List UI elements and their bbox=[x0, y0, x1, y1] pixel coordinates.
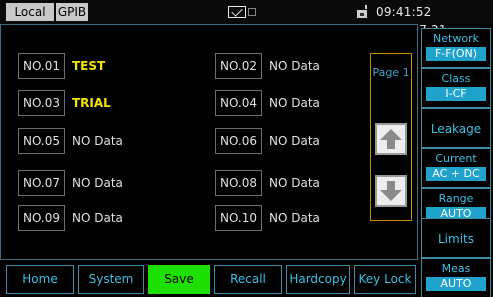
slot-number: NO.06 bbox=[215, 128, 262, 154]
slot-01[interactable]: NO.01 TEST bbox=[18, 53, 105, 79]
slot-04[interactable]: NO.04 NO Data bbox=[215, 90, 320, 116]
softkey-value: AC + DC bbox=[426, 167, 486, 181]
leakage-softkey[interactable]: Leakage bbox=[421, 108, 491, 148]
slot-name: NO Data bbox=[72, 176, 123, 190]
softkey-title: Range bbox=[438, 192, 474, 205]
softkey-title: Network bbox=[433, 32, 479, 45]
slot-05[interactable]: NO.05 NO Data bbox=[18, 128, 123, 154]
slot-06[interactable]: NO.06 NO Data bbox=[215, 128, 320, 154]
softkey-title: Meas bbox=[441, 262, 471, 275]
arrow-up-icon bbox=[380, 129, 402, 149]
page-down-button[interactable] bbox=[375, 175, 407, 207]
status-bar: Local GPIB 09:41:52 2022.07.21 bbox=[0, 0, 493, 37]
home-button[interactable]: Home bbox=[6, 265, 74, 294]
softkey-title: Current bbox=[435, 152, 477, 165]
slot-name: NO Data bbox=[269, 59, 320, 73]
message-check-icon bbox=[228, 6, 246, 18]
page-up-button[interactable] bbox=[375, 123, 407, 155]
softkey-value: I-CF bbox=[426, 87, 486, 101]
bottom-menu-bar: Home System Save Recall Hardcopy Key Loc… bbox=[0, 262, 419, 297]
slot-name: TEST bbox=[72, 59, 106, 73]
slot-name: NO Data bbox=[269, 176, 320, 190]
page-selector: Page 1 bbox=[370, 53, 412, 221]
slot-number: NO.01 bbox=[18, 53, 65, 79]
slot-number: NO.07 bbox=[18, 170, 65, 196]
softkey-value: F-F(ON) bbox=[426, 47, 486, 61]
save-button[interactable]: Save bbox=[148, 265, 210, 294]
slot-name: NO Data bbox=[72, 134, 123, 148]
side-menu: Network F-F(ON) Class I-CF Leakage Curre… bbox=[419, 24, 493, 297]
gpib-interface-badge: GPIB bbox=[56, 3, 88, 21]
slot-number: NO.04 bbox=[215, 90, 262, 116]
slot-number: NO.08 bbox=[215, 170, 262, 196]
slot-name: NO Data bbox=[72, 211, 123, 225]
local-mode-badge: Local bbox=[6, 3, 54, 21]
limits-softkey[interactable]: Limits bbox=[421, 218, 491, 258]
arrow-down-icon bbox=[380, 181, 402, 201]
key-lock-button[interactable]: Key Lock bbox=[354, 265, 416, 294]
slot-number: NO.02 bbox=[215, 53, 262, 79]
slot-10[interactable]: NO.10 NO Data bbox=[215, 205, 320, 231]
slot-number: NO.05 bbox=[18, 128, 65, 154]
softkey-value: AUTO bbox=[426, 277, 486, 291]
slot-number: NO.10 bbox=[215, 205, 262, 231]
slot-07[interactable]: NO.07 NO Data bbox=[18, 170, 123, 196]
page-label: Page 1 bbox=[372, 66, 410, 79]
slot-name: TRIAL bbox=[72, 96, 111, 110]
slot-02[interactable]: NO.02 NO Data bbox=[215, 53, 320, 79]
hardcopy-button[interactable]: Hardcopy bbox=[286, 265, 350, 294]
current-softkey[interactable]: Current AC + DC bbox=[421, 148, 491, 188]
slot-name: NO Data bbox=[269, 134, 320, 148]
slot-03[interactable]: NO.03 TRIAL bbox=[18, 90, 111, 116]
slot-name: NO Data bbox=[269, 96, 320, 110]
softkey-title: Leakage bbox=[430, 122, 482, 136]
recall-button[interactable]: Recall bbox=[214, 265, 282, 294]
slot-name: NO Data bbox=[269, 211, 320, 225]
memory-slot-panel: NO.01 TEST NO.02 NO Data NO.03 TRIAL NO.… bbox=[0, 24, 418, 260]
grid-icon bbox=[248, 8, 256, 16]
slot-08[interactable]: NO.08 NO Data bbox=[215, 170, 320, 196]
meas-softkey[interactable]: Meas AUTO bbox=[421, 258, 491, 297]
softkey-title: Limits bbox=[438, 232, 474, 246]
slot-number: NO.09 bbox=[18, 205, 65, 231]
network-softkey[interactable]: Network F-F(ON) bbox=[421, 28, 491, 68]
message-status-icons bbox=[228, 4, 258, 20]
softkey-title: Class bbox=[441, 72, 471, 85]
system-button[interactable]: System bbox=[78, 265, 144, 294]
slot-09[interactable]: NO.09 NO Data bbox=[18, 205, 123, 231]
class-softkey[interactable]: Class I-CF bbox=[421, 68, 491, 108]
slot-number: NO.03 bbox=[18, 90, 65, 116]
usb-icon bbox=[357, 5, 367, 18]
